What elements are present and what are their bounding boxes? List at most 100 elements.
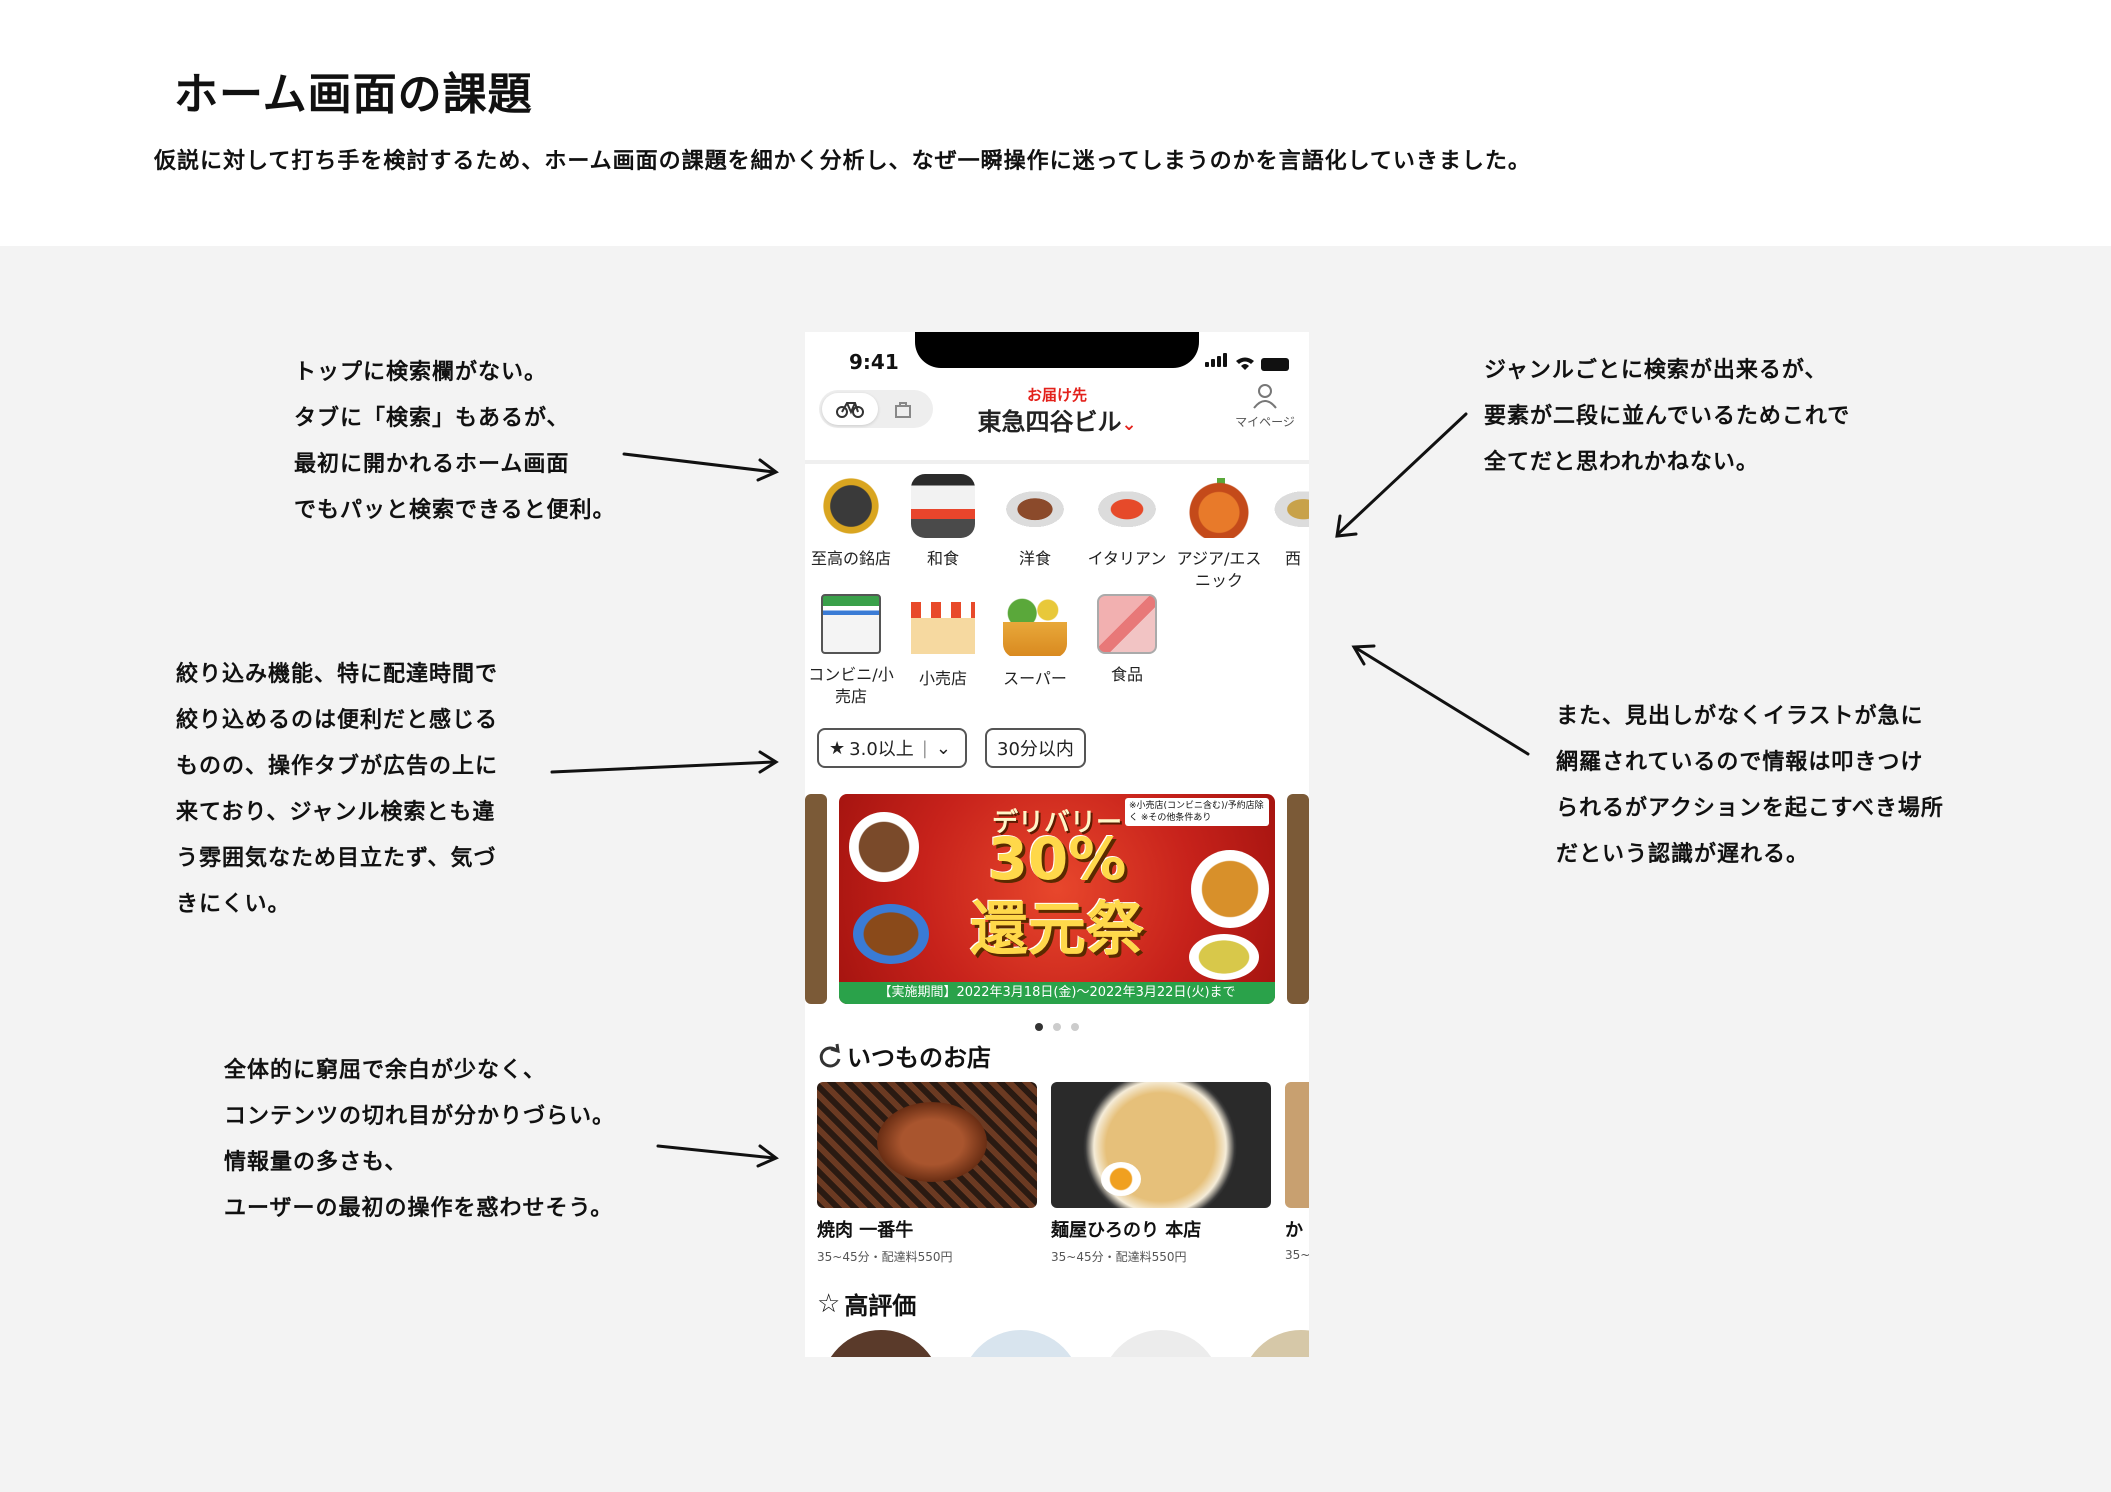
banner-note: ※小売店(コンビニ含む)/予約店除く ※その他条件あり	[1125, 798, 1269, 826]
star-icon: ★	[829, 737, 846, 759]
rated-shop-thumb[interactable]	[1241, 1330, 1309, 1357]
category-premium[interactable]: 至高の銘店	[805, 474, 897, 570]
rated-shop-thumb[interactable]	[961, 1330, 1081, 1357]
status-icons	[1205, 352, 1289, 371]
rating-filter-label: 3.0以上	[849, 739, 914, 760]
header-area: ホーム画面の課題 仮説に対して打ち手を検討するため、ホーム画面の課題を細かく分析…	[0, 0, 2111, 246]
western-food-icon	[1265, 474, 1309, 538]
premium-shop-icon	[819, 474, 883, 538]
rated-shop-thumb[interactable]	[1101, 1330, 1221, 1357]
page-subtitle: 仮説に対して打ち手を検討するため、ホーム画面の課題を細かく分析し、なぜ一瞬操作に…	[154, 149, 1531, 174]
shop-card[interactable]: 焼肉 一番牛 35~45分・配達料550円	[817, 1082, 1037, 1265]
mypage-label: マイページ	[1235, 415, 1295, 429]
pasta-icon	[1095, 474, 1159, 538]
note-line: 情報量の多さも、	[224, 1150, 408, 1175]
bento-icon	[911, 474, 975, 538]
retail-shop-icon	[911, 594, 975, 658]
section-regular-shops: いつものお店	[817, 1038, 991, 1073]
note-line: トップに検索欄がない。	[294, 360, 548, 385]
mypage-button[interactable]: マイページ	[1235, 382, 1295, 430]
category-retail[interactable]: 小売店	[897, 594, 989, 690]
category-label: 至高の銘店	[810, 549, 891, 568]
category-label: コンビニ/小売店	[808, 665, 894, 706]
carousel-dot[interactable]	[1071, 1023, 1079, 1031]
category-food[interactable]: 食品	[1081, 594, 1173, 686]
category-label: 小売店	[918, 669, 967, 688]
page-title: ホーム画面の課題	[174, 69, 533, 120]
note-line: 絞り込めるのは便利だと感じる	[176, 708, 499, 733]
note-cramped-layout: 全体的に窮屈で余白が少なく、 コンテンツの切れ目が分かりづらい。 情報量の多さも…	[224, 1048, 615, 1232]
category-label: 食品	[1110, 665, 1143, 684]
note-line: ユーザーの最初の操作を惑わせそう。	[224, 1196, 614, 1221]
shop-card[interactable]: か 35~	[1285, 1082, 1309, 1262]
header-divider	[805, 460, 1309, 464]
meat-image	[877, 1102, 987, 1182]
category-label: 西	[1285, 549, 1302, 568]
note-line: また、見出しがなくイラストが急に	[1556, 704, 1924, 729]
section-high-rated: ☆ 高評価	[817, 1286, 916, 1321]
category-asian[interactable]: アジア/エスニック	[1173, 474, 1265, 592]
carousel-dot[interactable]	[1035, 1023, 1043, 1031]
ramen-bowl-image	[1075, 1082, 1245, 1208]
banner-prev-peek	[805, 794, 827, 1004]
note-no-search-bar: トップに検索欄がない。 タブに「検索」もあるが、 最初に開かれるホーム画面 でも…	[294, 350, 616, 534]
note-line: られるがアクションを起こすべき場所	[1556, 796, 1944, 821]
convenience-store-icon	[821, 594, 881, 654]
rating-filter-button[interactable]: ★ 3.0以上 | ⌄	[817, 728, 967, 768]
note-line: コンテンツの切れ目が分かりづらい。	[224, 1104, 616, 1129]
section-title: 高評価	[844, 1292, 917, 1320]
refresh-icon	[819, 1043, 841, 1067]
steak-icon	[1003, 474, 1067, 538]
category-western[interactable]: 西	[1265, 474, 1309, 570]
category-convenience[interactable]: コンビニ/小売店	[805, 594, 897, 708]
category-yoshoku[interactable]: 洋食	[989, 474, 1081, 570]
category-label: イタリアン	[1087, 549, 1167, 568]
note-line: ものの、操作タブが広告の上に	[176, 754, 499, 779]
note-genre-search: ジャンルごとに検索が出来るが、 要素が二段に並んでいるためこれで 全てだと思われ…	[1484, 348, 1850, 486]
category-supermarket[interactable]: スーパー	[989, 594, 1081, 690]
category-washoku[interactable]: 和食	[897, 474, 989, 570]
food-pack-icon	[1097, 594, 1157, 654]
note-filter-tabs: 絞り込み機能、特に配達時間で 絞り込めるのは便利だと感じる ものの、操作タブが広…	[176, 652, 498, 928]
shop-name: 焼肉 一番牛	[817, 1220, 914, 1241]
shop-card[interactable]: 麺屋ひろのり 本店 35~45分・配達料550円	[1051, 1082, 1271, 1265]
note-no-heading: また、見出しがなくイラストが急に 網羅されているので情報は叩きつけ られるがアク…	[1556, 694, 1944, 878]
carousel-dots[interactable]	[805, 1016, 1309, 1035]
banner-period: 【実施期間】2022年3月18日(金)〜2022年3月22日(火)まで	[839, 982, 1275, 1004]
rated-shop-thumb[interactable]	[821, 1330, 941, 1357]
delivery-address: 東急四谷ビル	[977, 408, 1122, 436]
phone-notch	[915, 332, 1199, 368]
section-title: いつものお店	[847, 1044, 991, 1072]
egg-image	[1101, 1162, 1141, 1196]
banner-festival: 還元祭	[969, 895, 1144, 963]
banner-next-peek	[1287, 794, 1309, 1004]
promo-banner[interactable]: デリバリー 30% 還元祭 ※小売店(コンビニ含む)/予約店除く ※その他条件あ…	[839, 794, 1275, 1004]
delivery-address-selector[interactable]: 東急四谷ビル⌄	[805, 402, 1309, 437]
note-line: ジャンルごとに検索が出来るが、	[1484, 358, 1828, 383]
category-label: 和食	[926, 549, 959, 568]
chevron-down-icon: ⌄	[1121, 414, 1137, 435]
banner-percent: 30%	[987, 825, 1127, 893]
category-label: スーパー	[1003, 669, 1067, 688]
shop-image-partial	[1285, 1082, 1309, 1208]
shop-meta: 35~	[1285, 1248, 1309, 1262]
category-label: 洋食	[1018, 549, 1051, 568]
status-time: 9:41	[849, 350, 899, 374]
carousel-dot[interactable]	[1053, 1023, 1061, 1031]
signal-icon	[1205, 352, 1229, 371]
note-line: でもパッと検索できると便利。	[294, 498, 616, 523]
note-line: タブに「検索」もあるが、	[294, 406, 570, 431]
divider: |	[921, 737, 928, 759]
time-filter-label: 30分以内	[997, 739, 1074, 760]
shop-image-yakiniku	[817, 1082, 1037, 1208]
phone-screen: 9:41 お届け先 東急四谷ビル⌄ マイページ 至高の銘店 和食 洋食 イタリア…	[805, 332, 1309, 1357]
shop-name: か	[1285, 1220, 1303, 1241]
note-line: 要素が二段に並んでいるためこれで	[1484, 404, 1851, 429]
note-line: きにくい。	[176, 892, 291, 917]
note-line: 全てだと思われかねない。	[1484, 450, 1759, 475]
category-italian[interactable]: イタリアン	[1081, 474, 1173, 570]
note-line: 来ており、ジャンル検索とも違	[176, 800, 496, 825]
time-filter-button[interactable]: 30分以内	[985, 728, 1086, 768]
user-icon	[1253, 384, 1277, 409]
category-label: アジア/エスニック	[1176, 549, 1262, 590]
